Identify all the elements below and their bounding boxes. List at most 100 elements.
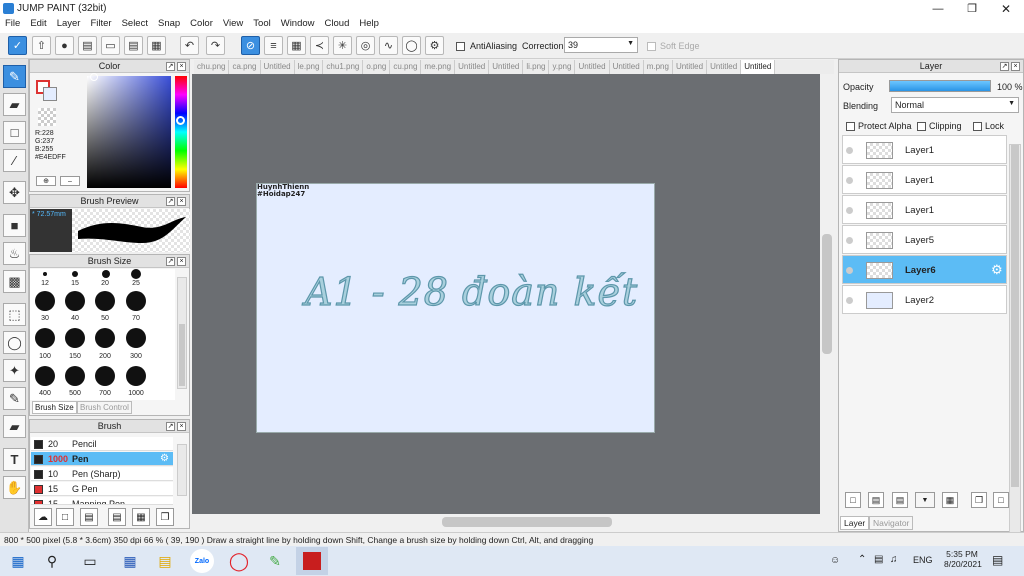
folder-icon[interactable]: ▦ bbox=[942, 492, 958, 508]
document-canvas[interactable]: HuynhThienn #Hoidap247 A1 - 28 đoàn kết bbox=[256, 183, 655, 433]
search-icon[interactable]: ⚲ bbox=[40, 549, 64, 573]
visibility-dot-icon[interactable] bbox=[846, 267, 853, 274]
menu-snap[interactable]: Snap bbox=[153, 17, 185, 33]
blending-select[interactable]: Normal ▼ bbox=[891, 97, 1019, 113]
tab-document[interactable]: chu.png bbox=[194, 60, 230, 74]
layer-item-selected[interactable]: Layer6 ⚙ bbox=[842, 255, 1007, 284]
size-dot[interactable] bbox=[35, 366, 55, 386]
radial-snap-icon[interactable]: ✳ bbox=[333, 36, 352, 55]
lasso-tool-icon[interactable]: ◯ bbox=[3, 331, 26, 354]
soft-edge-checkbox[interactable] bbox=[647, 42, 656, 52]
menu-edit[interactable]: Edit bbox=[25, 17, 51, 33]
visibility-dot-icon[interactable] bbox=[846, 237, 853, 244]
undock-icon[interactable]: ↗ bbox=[166, 197, 175, 206]
brush-item[interactable]: 1000 Pen ⚙ bbox=[31, 452, 173, 466]
visibility-dot-icon[interactable] bbox=[846, 297, 853, 304]
size-dot[interactable] bbox=[35, 291, 55, 311]
layer-item[interactable]: Layer1 bbox=[842, 195, 1007, 224]
tab-document[interactable]: Untitled bbox=[261, 60, 295, 74]
cloud-sync-icon[interactable]: ✓ bbox=[8, 36, 27, 55]
undo-icon[interactable]: ↶ bbox=[180, 36, 199, 55]
visibility-dot-icon[interactable] bbox=[846, 147, 853, 154]
size-dot[interactable] bbox=[65, 291, 85, 311]
hue-cursor[interactable] bbox=[176, 116, 185, 125]
canvas-horizontal-scrollbar[interactable] bbox=[192, 514, 834, 530]
menu-layer[interactable]: Layer bbox=[52, 17, 86, 33]
task-view-icon[interactable]: ▭ bbox=[78, 549, 102, 573]
perspective-snap-icon[interactable]: ≺ bbox=[310, 36, 329, 55]
file-explorer-icon[interactable]: ▤ bbox=[153, 549, 177, 573]
minimize-icon[interactable]: — bbox=[928, 0, 948, 17]
tab-brush-size[interactable]: Brush Size bbox=[32, 401, 77, 414]
tab-document[interactable]: o.png bbox=[363, 60, 391, 74]
size-dot[interactable] bbox=[65, 366, 85, 386]
hand-tool-icon[interactable]: ✋ bbox=[3, 476, 26, 499]
clock[interactable]: 5:35 PM 8/20/2021 bbox=[944, 549, 982, 569]
close-panel-icon[interactable]: × bbox=[177, 62, 186, 71]
delete-layer-button[interactable]: □ bbox=[993, 492, 1009, 508]
new-raster-layer-button[interactable]: ▤ bbox=[868, 492, 884, 508]
hue-slider[interactable] bbox=[175, 76, 187, 188]
parallel-snap-icon[interactable]: ≡ bbox=[264, 36, 283, 55]
lock-checkbox[interactable] bbox=[973, 122, 982, 132]
page-icon[interactable]: ▭ bbox=[101, 36, 120, 55]
shape-snap-icon[interactable]: ◯ bbox=[402, 36, 421, 55]
share-icon[interactable]: ⇧ bbox=[32, 36, 51, 55]
brush-cloud-button[interactable]: ☁ bbox=[34, 508, 52, 526]
layout-icon[interactable]: ▦ bbox=[147, 36, 166, 55]
size-dot[interactable] bbox=[126, 291, 146, 311]
text-tool-icon[interactable]: T bbox=[3, 448, 26, 471]
tab-navigator[interactable]: Navigator bbox=[869, 516, 914, 530]
size-dot[interactable] bbox=[95, 291, 115, 311]
redo-icon[interactable]: ↷ bbox=[206, 36, 225, 55]
layer-type-dropdown[interactable]: ▼ bbox=[915, 492, 935, 508]
size-dot[interactable] bbox=[102, 270, 110, 278]
volume-icon[interactable]: ♫ bbox=[890, 554, 898, 565]
layer-item[interactable]: Layer5 bbox=[842, 225, 1007, 254]
layer-item[interactable]: Layer1 bbox=[842, 135, 1007, 164]
tab-document[interactable]: Untitled bbox=[673, 60, 708, 74]
tab-document[interactable]: li.png bbox=[523, 60, 550, 74]
comment-icon[interactable]: ● bbox=[55, 36, 74, 55]
select-eraser-tool-icon[interactable]: ▰ bbox=[3, 415, 26, 438]
magic-wand-tool-icon[interactable]: ✦ bbox=[3, 359, 26, 382]
opacity-slider[interactable] bbox=[889, 80, 991, 92]
pen-tool-icon[interactable]: ✎ bbox=[3, 65, 26, 88]
tab-document[interactable]: ca.png bbox=[229, 60, 261, 74]
gear-icon[interactable]: ⚙ bbox=[991, 262, 1003, 278]
saturation-value-picker[interactable] bbox=[87, 73, 171, 188]
menu-file[interactable]: File bbox=[0, 17, 25, 33]
menu-tool[interactable]: Tool bbox=[248, 17, 275, 33]
tab-brush-control[interactable]: Brush Control bbox=[77, 401, 132, 414]
menu-help[interactable]: Help bbox=[354, 17, 384, 33]
brush-item[interactable]: 15 G Pen bbox=[31, 482, 173, 496]
brush-item[interactable]: 20 Pencil bbox=[31, 437, 173, 451]
tab-document[interactable]: Untitled bbox=[575, 60, 610, 74]
tab-layer[interactable]: Layer bbox=[840, 516, 870, 530]
menu-cloud[interactable]: Cloud bbox=[320, 17, 355, 33]
brush-settings-button[interactable]: ▤ bbox=[108, 508, 126, 526]
scrollbar-thumb[interactable] bbox=[442, 517, 612, 527]
jump-paint-taskbar-icon[interactable] bbox=[296, 547, 328, 575]
tab-document-active[interactable]: Untitled bbox=[741, 60, 776, 74]
language-indicator[interactable]: ENG bbox=[913, 555, 933, 565]
menu-view[interactable]: View bbox=[218, 17, 248, 33]
size-dot[interactable] bbox=[65, 328, 85, 348]
size-dot[interactable] bbox=[43, 272, 47, 276]
clipping-checkbox[interactable] bbox=[917, 122, 926, 132]
layer-item[interactable]: Layer2 bbox=[842, 285, 1007, 314]
line-tool-icon[interactable]: ∕ bbox=[3, 149, 26, 172]
tab-document[interactable]: Untitled bbox=[489, 60, 524, 74]
settings-snap-icon[interactable]: ⚙ bbox=[425, 36, 444, 55]
size-dot[interactable] bbox=[95, 328, 115, 348]
brush-copy-button[interactable]: ❐ bbox=[156, 508, 174, 526]
size-dot[interactable] bbox=[35, 328, 55, 348]
antialiasing-checkbox[interactable] bbox=[456, 42, 465, 52]
close-panel-icon[interactable]: × bbox=[177, 257, 186, 266]
protect-alpha-checkbox[interactable] bbox=[846, 122, 855, 132]
size-dot[interactable] bbox=[131, 269, 141, 279]
grid-snap-icon[interactable]: ▦ bbox=[287, 36, 306, 55]
copy-layer-button[interactable]: ❐ bbox=[971, 492, 987, 508]
close-panel-icon[interactable]: × bbox=[177, 422, 186, 431]
gear-icon[interactable]: ⚙ bbox=[160, 452, 169, 466]
